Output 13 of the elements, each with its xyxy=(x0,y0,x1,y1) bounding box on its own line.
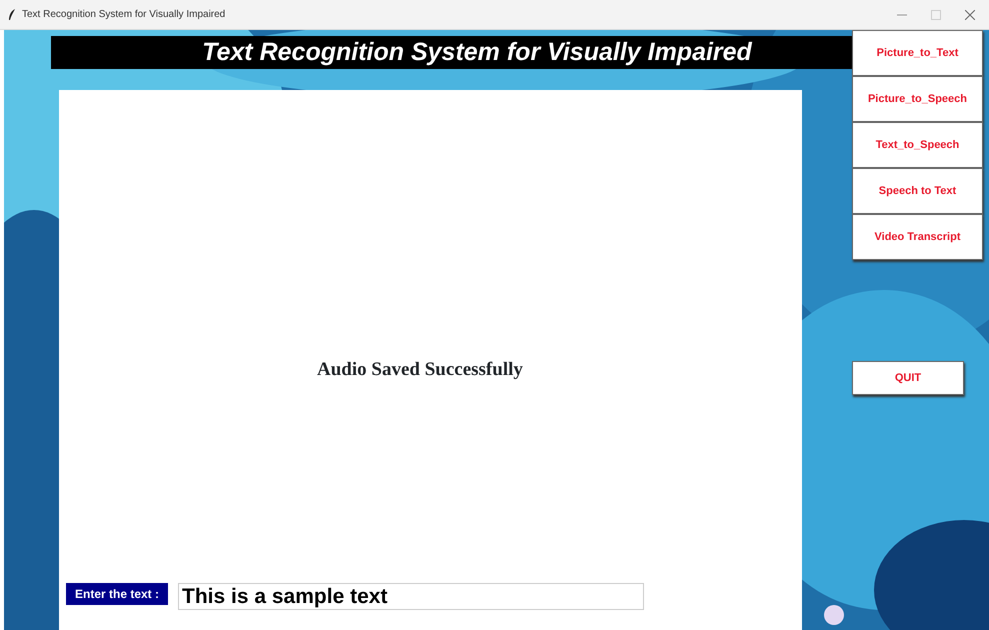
menu-button[interactable]: Text_to_Speech xyxy=(852,122,983,168)
menu-button[interactable]: Speech to Text xyxy=(852,168,983,214)
menu-button[interactable]: Picture_to_Text xyxy=(852,30,983,76)
text-label: Enter the text : xyxy=(66,583,168,605)
window-title: Text Recognition System for Visually Impaired xyxy=(22,8,226,22)
feather-icon xyxy=(8,8,16,20)
menu-button[interactable]: Picture_to_Speech xyxy=(852,76,983,122)
quit-button[interactable]: QUIT xyxy=(852,361,964,395)
close-icon[interactable] xyxy=(965,10,975,20)
text-input[interactable]: This is a sample text xyxy=(178,583,644,610)
maximize-icon[interactable] xyxy=(931,10,941,20)
status-message: Audio Saved Successfully xyxy=(317,358,523,382)
menu-button[interactable]: Video Transcript xyxy=(852,214,983,260)
